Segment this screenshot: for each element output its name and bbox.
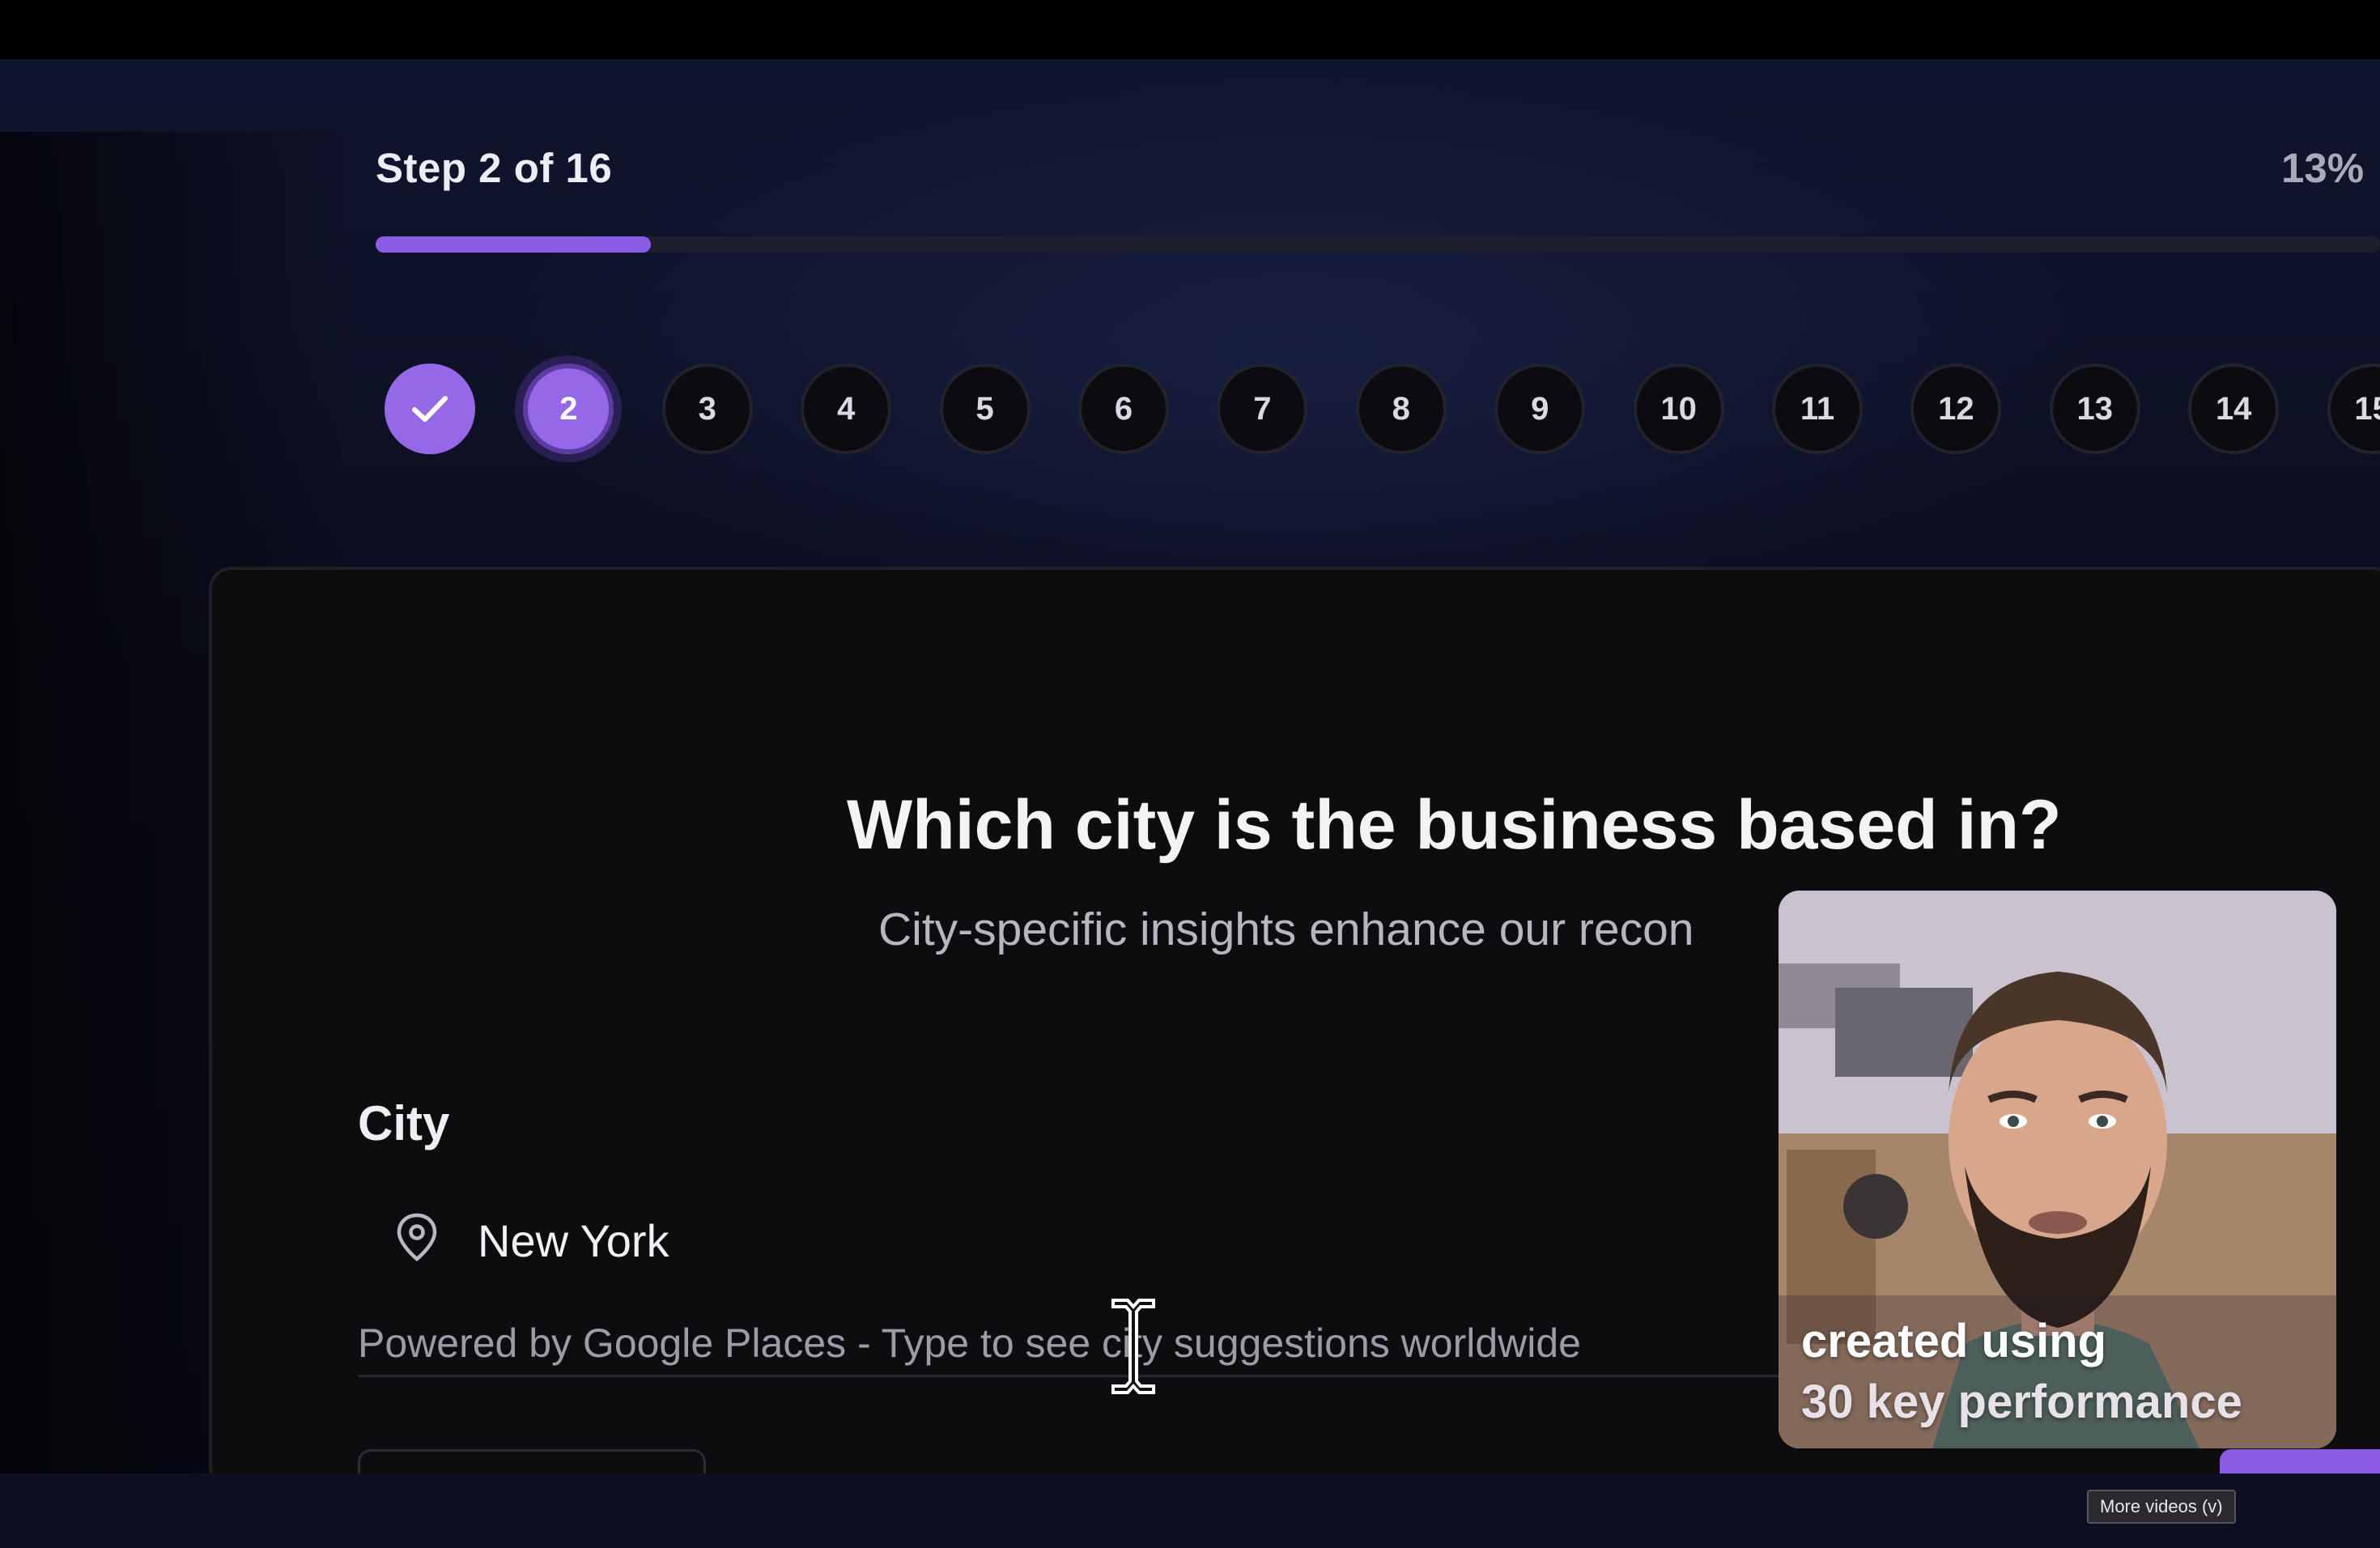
step-14[interactable]: 14 bbox=[2188, 364, 2280, 454]
step-12[interactable]: 12 bbox=[1910, 364, 2002, 454]
presenter-video-overlay[interactable]: created using 30 key performance bbox=[1779, 891, 2336, 1448]
city-helper-text: Powered by Google Places - Type to see c… bbox=[358, 1320, 1581, 1366]
step-indicator-row: 23456789 10 11 12 13 14 15 bbox=[385, 364, 2380, 462]
step-3[interactable]: 3 bbox=[661, 364, 753, 454]
step-10[interactable]: 10 bbox=[1633, 364, 1724, 454]
city-field[interactable] bbox=[358, 1178, 1783, 1295]
step-9[interactable]: 9 bbox=[1494, 364, 1586, 454]
primary-button[interactable] bbox=[2220, 1449, 2380, 1474]
progress-bar bbox=[376, 236, 2380, 253]
step-7[interactable]: 7 bbox=[1217, 364, 1308, 454]
progress-percent: 13% bbox=[2281, 145, 2365, 191]
caption-line-2: 30 key performance bbox=[1801, 1376, 2242, 1428]
checkmark-icon bbox=[412, 396, 448, 422]
step-15[interactable]: 15 bbox=[2327, 364, 2380, 454]
step-13[interactable]: 13 bbox=[2049, 364, 2140, 454]
step-5[interactable]: 5 bbox=[939, 364, 1031, 454]
step-8[interactable]: 8 bbox=[1355, 364, 1447, 454]
question-title: Which city is the business based in? bbox=[847, 786, 2062, 864]
step-2-current[interactable]: 2 bbox=[523, 364, 614, 454]
video-top-bar bbox=[0, 0, 2380, 59]
step-counter: Step 2 of 16 bbox=[376, 145, 613, 191]
caption-line-1: created using bbox=[1801, 1315, 2107, 1367]
step-1-completed[interactable] bbox=[385, 364, 475, 454]
step-6[interactable]: 6 bbox=[1078, 364, 1169, 454]
step-4[interactable]: 4 bbox=[801, 364, 892, 454]
city-input[interactable] bbox=[478, 1214, 1692, 1267]
city-label: City bbox=[358, 1096, 450, 1150]
progress-bar-fill bbox=[376, 236, 652, 253]
helper-divider bbox=[358, 1375, 1783, 1377]
question-subtitle: City-specific insights enhance our recon bbox=[878, 904, 1694, 955]
more-videos-tooltip: More videos (v) bbox=[2087, 1490, 2236, 1524]
map-pin-icon bbox=[397, 1213, 437, 1261]
step-11[interactable]: 11 bbox=[1772, 364, 1863, 454]
video-bottom-bar bbox=[0, 1474, 2380, 1548]
text-cursor-icon bbox=[1111, 1299, 1155, 1394]
